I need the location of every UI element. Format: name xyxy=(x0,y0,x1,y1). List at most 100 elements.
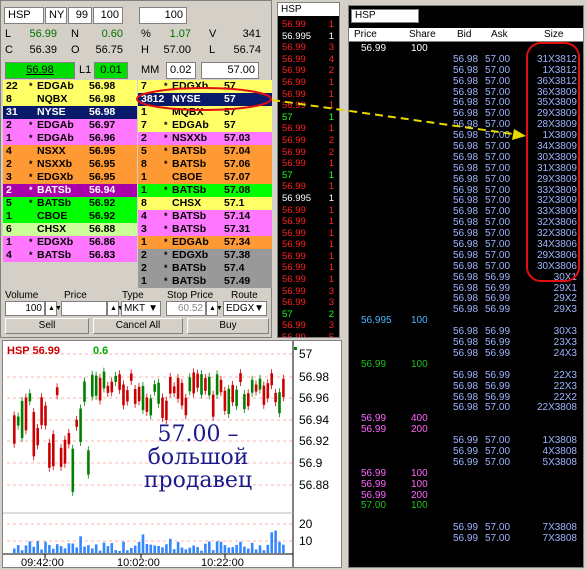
bid-row[interactable]: 8 NQBX 56.98 xyxy=(3,93,137,106)
ts-size: 22X3808 xyxy=(536,402,577,414)
volume-bar xyxy=(211,550,215,553)
volume-bar xyxy=(145,543,149,553)
quote-volume: 341 xyxy=(242,28,261,40)
bid-row[interactable]: 31 NYSE 56.98 xyxy=(3,106,137,119)
bid-size: 3 xyxy=(6,171,12,183)
price-tick-label: 56.94 xyxy=(299,413,329,427)
ask-star: * xyxy=(164,185,168,195)
ts-small-row: 56.99 1 xyxy=(278,205,339,217)
ask-row[interactable]: 4 * BATSb 57.14 xyxy=(138,210,272,223)
ts-small-size: 1 xyxy=(328,158,334,170)
ts-share: 100 xyxy=(411,467,428,479)
bid-price: 56.98 xyxy=(89,106,116,118)
header-bid[interactable]: Bid xyxy=(457,29,471,40)
bid-row[interactable]: 4 * BATSb 56.83 xyxy=(3,249,137,262)
size-field[interactable]: 100 xyxy=(93,7,123,24)
bid-price: 56.94 xyxy=(89,184,116,196)
bid-row[interactable]: 1 * EDGAb 56.96 xyxy=(3,132,137,145)
ask-row[interactable]: 8 * BATSb 57.06 xyxy=(138,158,272,171)
bid-price: 56.83 xyxy=(89,249,116,261)
candle xyxy=(247,393,250,407)
stop-price-input[interactable]: 60.52 xyxy=(166,301,206,316)
candle xyxy=(126,390,129,402)
sell-button[interactable]: Sell xyxy=(5,318,89,334)
volume-input[interactable]: 100 xyxy=(5,301,45,316)
ask-row[interactable]: 1 * BATSb 57.49 xyxy=(138,275,272,288)
bid-row[interactable]: 22 * EDGAb 56.98 xyxy=(3,80,137,93)
volume-bar xyxy=(192,545,195,553)
ask-row[interactable]: 8 CHSX 57.1 xyxy=(138,197,272,210)
time-sales-symbol[interactable]: HSP xyxy=(351,9,419,23)
quote-label: % xyxy=(141,28,151,40)
volume-bar xyxy=(137,542,141,553)
exchange-field[interactable]: NY xyxy=(45,7,67,24)
bid-row[interactable]: 2 * EDGAb 56.97 xyxy=(3,119,137,132)
volume-bar xyxy=(169,538,172,553)
ask-row[interactable]: 1 CBOE 57.07 xyxy=(138,171,272,184)
ask-row[interactable]: 2 * BATSb 57.4 xyxy=(138,262,272,275)
ts-row: 56.99 100 xyxy=(349,479,583,491)
symbol-field[interactable]: HSP xyxy=(4,7,44,24)
ts-small-size: 1 xyxy=(328,227,334,239)
candle xyxy=(176,377,180,399)
ts-small-row: 56.99 1 xyxy=(278,123,339,135)
ask-row[interactable]: 3812 NYSE 57 xyxy=(138,93,272,106)
bid-row[interactable]: 6 CHSX 56.88 xyxy=(3,223,137,236)
bid-row[interactable]: 1 CBOE 56.92 xyxy=(3,210,137,223)
ask-row[interactable]: 3 * BATSb 57.31 xyxy=(138,223,272,236)
ask-size: 2 xyxy=(141,249,147,261)
ts-small-price: 56.99 xyxy=(282,250,306,262)
ask-star: * xyxy=(164,237,168,247)
candle xyxy=(227,388,231,414)
ask-row[interactable]: 1 * EDGAb 57.34 xyxy=(138,236,272,249)
bid-row[interactable]: 2 * NSXXb 56.95 xyxy=(3,158,137,171)
volume-field[interactable]: 100 xyxy=(139,7,187,24)
type-select[interactable]: MKT ▼ xyxy=(121,301,161,316)
cancel-all-button[interactable]: Cancel All xyxy=(93,318,183,334)
bid-row[interactable]: 5 * BATSb 56.92 xyxy=(3,197,137,210)
bid-row[interactable]: 4 NSXX 56.95 xyxy=(3,145,137,158)
stop-price-stepper[interactable]: ▲▼ xyxy=(206,301,223,316)
header-ask[interactable]: Ask xyxy=(491,29,508,40)
ts-small-row: 56.99 3 xyxy=(278,42,339,54)
price-stepper[interactable]: ▲▼ xyxy=(107,301,124,316)
ts-small-row: 56.99 2 xyxy=(278,135,339,147)
ts-bid: 56.98 xyxy=(453,271,479,283)
time-sales-list: 56.99 100 56.98 57.00 31X3812 56.98 57.00 1X381… xyxy=(349,43,583,545)
ask-row[interactable]: 7 * EDGXb 57 xyxy=(138,80,272,93)
bid-row[interactable]: 2 * BATSb 56.94 xyxy=(3,184,137,197)
bid-row[interactable]: 1 * EDGXb 56.86 xyxy=(3,236,137,249)
candle xyxy=(282,378,285,398)
volume-bar xyxy=(266,544,270,553)
candle xyxy=(266,383,270,399)
header-price[interactable]: Price xyxy=(354,29,377,40)
buy-button[interactable]: Buy xyxy=(187,318,269,334)
volume-bar xyxy=(196,547,199,553)
ask-row[interactable]: 2 * EDGXb 57.38 xyxy=(138,249,272,262)
ask-row[interactable]: 2 * NSXXb 57.03 xyxy=(138,132,272,145)
ask-mm: BATSb xyxy=(172,223,207,235)
ask-price-box[interactable]: 57.00 xyxy=(201,62,259,79)
bid-mm: EDGAb xyxy=(37,119,74,131)
header-size[interactable]: Size xyxy=(544,29,563,40)
header-share[interactable]: Share xyxy=(409,29,436,40)
quote-label: C xyxy=(5,44,13,56)
ask-row[interactable]: 5 * BATSb 57.04 xyxy=(138,145,272,158)
price-input[interactable] xyxy=(61,301,107,316)
ask-size: 3 xyxy=(141,223,147,235)
bid-price-box[interactable]: 56.98 xyxy=(5,62,75,79)
volume-bar xyxy=(63,548,67,553)
route-select[interactable]: EDGX ▼ xyxy=(223,301,267,316)
ask-price: 57.1 xyxy=(224,197,245,209)
ask-row[interactable]: 7 * EDGAb 57 xyxy=(138,119,272,132)
volume-stepper[interactable]: ▲▼ xyxy=(45,301,62,316)
ask-row[interactable]: 1 MQBX 57 xyxy=(138,106,272,119)
lot-field[interactable]: 99 xyxy=(68,7,92,24)
ts-ask: 57.00 xyxy=(485,173,511,185)
volume-bar xyxy=(243,546,246,553)
ts-share: 100 xyxy=(411,500,428,512)
ask-row[interactable]: 1 * BATSb 57.08 xyxy=(138,184,272,197)
ts-share: 100 xyxy=(411,315,428,327)
bid-row[interactable]: 3 * EDGXb 56.95 xyxy=(3,171,137,184)
bid-mm: NQBX xyxy=(37,93,68,105)
